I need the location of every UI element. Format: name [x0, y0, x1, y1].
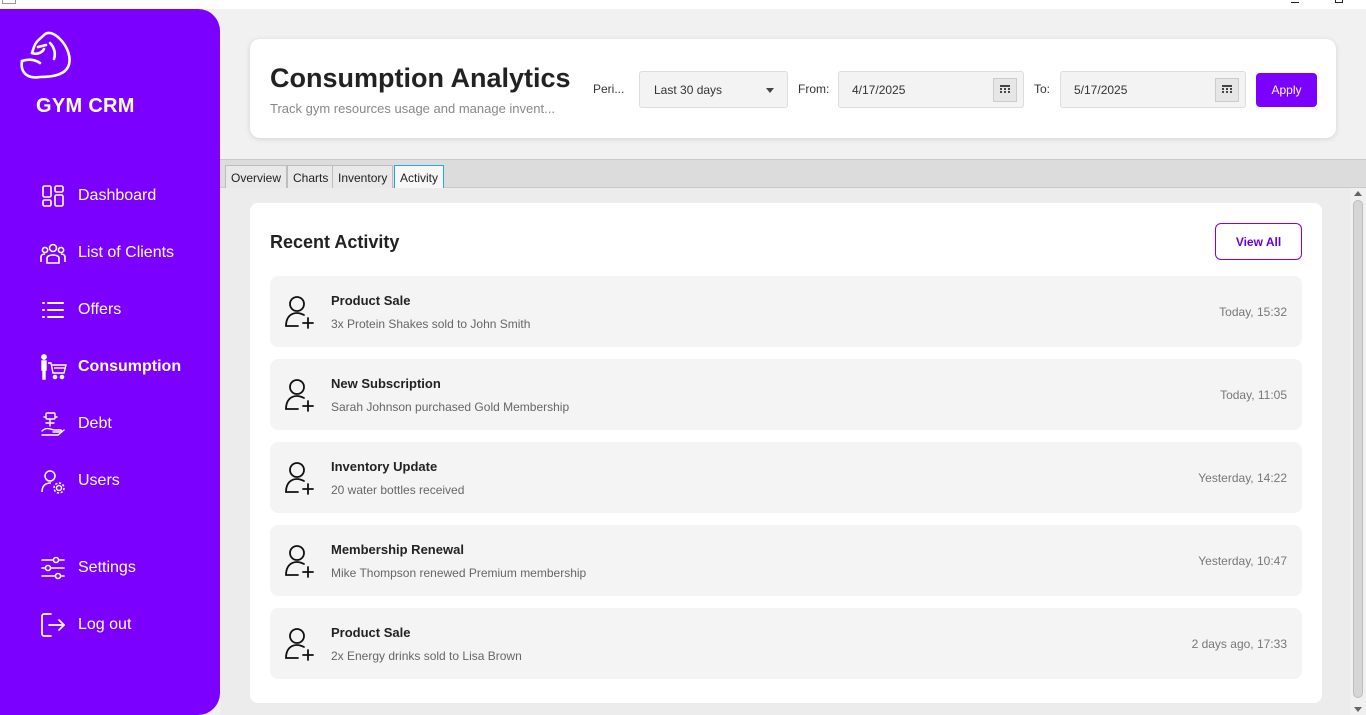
- activity-description: Sarah Johnson purchased Gold Membership: [331, 400, 570, 414]
- scrollbar-thumb[interactable]: [1353, 200, 1363, 698]
- list-icon: [38, 295, 68, 325]
- section-title: Recent Activity: [270, 232, 400, 252]
- view-all-button[interactable]: View All: [1215, 223, 1302, 260]
- activity-item[interactable]: Inventory Update 20 water bottles receiv…: [270, 442, 1302, 513]
- user-add-icon: [284, 543, 316, 579]
- calendar-icon[interactable]: [993, 78, 1017, 102]
- activity-title: Membership Renewal: [331, 542, 464, 557]
- clients-icon: [38, 238, 68, 268]
- debt-icon: [38, 409, 68, 439]
- sidebar-item-label: Users: [78, 472, 120, 489]
- activity-title: Product Sale: [331, 625, 411, 640]
- to-date-value: 5/17/2025: [1074, 83, 1128, 97]
- user-gear-icon: [38, 466, 68, 496]
- window-top-strip: [0, 0, 1366, 9]
- apply-button[interactable]: Apply: [1256, 73, 1317, 107]
- user-add-icon: [284, 294, 316, 330]
- user-add-icon: [284, 460, 316, 496]
- tab-overview[interactable]: Overview: [225, 165, 288, 188]
- minimize-icon[interactable]: [1291, 0, 1299, 3]
- to-date-picker[interactable]: 5/17/2025: [1060, 71, 1246, 108]
- activity-time: Yesterday, 14:22: [1198, 471, 1287, 485]
- activity-title: New Subscription: [331, 376, 441, 391]
- sidebar-item-offers[interactable]: Offers: [38, 295, 121, 325]
- window-icon: [2, 0, 16, 4]
- activity-item[interactable]: Membership Renewal Mike Thompson renewed…: [270, 525, 1302, 596]
- sidebar-item-label: List of Clients: [78, 244, 175, 261]
- from-label: From:: [798, 82, 830, 96]
- maximize-icon[interactable]: [1335, 0, 1343, 3]
- activity-item[interactable]: Product Sale 3x Protein Shakes sold to J…: [270, 276, 1302, 347]
- page-subtitle: Track gym resources usage and manage inv…: [270, 101, 555, 116]
- sidebar-item-users[interactable]: Users: [38, 466, 120, 496]
- cart-icon: [38, 352, 68, 382]
- sidebar-item-dashboard[interactable]: Dashboard: [38, 181, 156, 211]
- activity-time: Today, 15:32: [1219, 305, 1287, 319]
- scroll-up-icon[interactable]: [1354, 191, 1362, 196]
- scroll-down-icon[interactable]: [1354, 707, 1362, 712]
- from-date-picker[interactable]: 4/17/2025: [838, 71, 1024, 108]
- logout-icon: [38, 610, 68, 640]
- tab-inventory[interactable]: Inventory: [332, 165, 394, 188]
- activity-content: Recent Activity View All Product Sale 3x…: [220, 188, 1366, 715]
- page-title: Consumption Analytics: [270, 63, 571, 93]
- recent-activity-card: Recent Activity View All Product Sale 3x…: [250, 203, 1322, 703]
- activity-time: 2 days ago, 17:33: [1191, 637, 1287, 651]
- sidebar-item-label: Consumption: [78, 358, 182, 375]
- tab-activity[interactable]: Activity: [394, 165, 445, 188]
- from-date-value: 4/17/2025: [852, 83, 906, 97]
- sidebar-item-label: Log out: [78, 616, 132, 633]
- sidebar-item-label: Settings: [78, 559, 136, 576]
- tab-charts[interactable]: Charts: [287, 165, 335, 188]
- dashboard-icon: [38, 181, 68, 211]
- sidebar-item-label: Debt: [78, 415, 112, 432]
- header-card: Consumption Analytics Track gym resource…: [250, 39, 1336, 138]
- activity-title: Product Sale: [331, 293, 411, 308]
- user-add-icon: [284, 377, 316, 413]
- period-select-value: Last 30 days: [654, 83, 723, 97]
- sidebar-item-settings[interactable]: Settings: [38, 553, 136, 583]
- sidebar: GYM CRM Dashboard List of Clients Offers…: [0, 9, 220, 715]
- period-label: Peri...: [593, 82, 625, 96]
- activity-title: Inventory Update: [331, 459, 438, 474]
- activity-description: 3x Protein Shakes sold to John Smith: [331, 317, 531, 331]
- activity-time: Today, 11:05: [1220, 388, 1287, 402]
- vertical-scrollbar[interactable]: [1350, 188, 1366, 715]
- activity-time: Yesterday, 10:47: [1198, 554, 1287, 568]
- sidebar-item-logout[interactable]: Log out: [38, 610, 131, 640]
- sidebar-item-consumption[interactable]: Consumption: [38, 352, 181, 382]
- user-add-icon: [284, 626, 316, 662]
- sidebar-item-debt[interactable]: Debt: [38, 409, 112, 439]
- sidebar-item-clients[interactable]: List of Clients: [38, 238, 174, 268]
- tab-bar: Overview Charts Inventory Activity: [220, 159, 1366, 188]
- activity-description: Mike Thompson renewed Premium membership: [331, 566, 587, 580]
- chevron-down-icon: [766, 88, 774, 93]
- calendar-icon[interactable]: [1215, 78, 1239, 102]
- activity-item[interactable]: New Subscription Sarah Johnson purchased…: [270, 359, 1302, 430]
- activity-description: 2x Energy drinks sold to Lisa Brown: [331, 649, 522, 663]
- sidebar-item-label: Offers: [78, 301, 122, 318]
- brand-name: GYM CRM: [36, 95, 135, 117]
- sliders-icon: [38, 553, 68, 583]
- sidebar-item-label: Dashboard: [78, 187, 157, 204]
- to-label: To:: [1034, 82, 1051, 96]
- period-select[interactable]: Last 30 days: [639, 71, 788, 108]
- logo-flexed-arm-icon: [18, 29, 74, 83]
- activity-item[interactable]: Product Sale 2x Energy drinks sold to Li…: [270, 608, 1302, 679]
- activity-description: 20 water bottles received: [331, 483, 465, 497]
